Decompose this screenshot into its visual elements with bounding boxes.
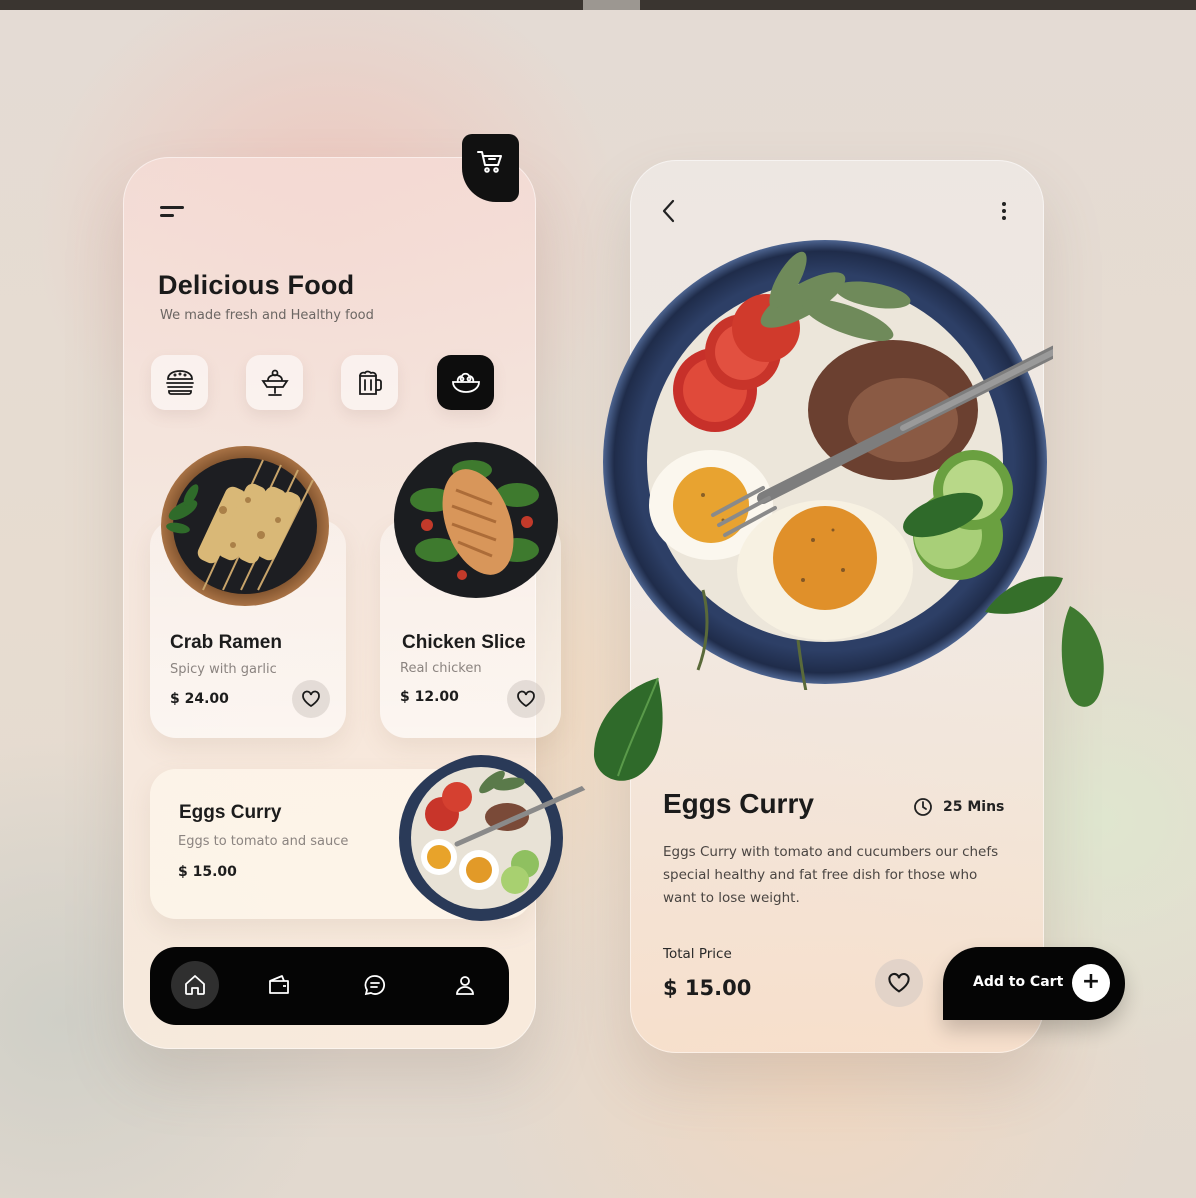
basil-leaf-image <box>985 576 1063 614</box>
add-to-cart-button[interactable]: Add to Cart + <box>943 947 1125 1020</box>
nav-profile[interactable] <box>441 961 489 1009</box>
heart-icon <box>302 690 320 708</box>
plus-icon: + <box>1072 964 1110 1002</box>
page-title: Delicious Food <box>158 270 355 300</box>
nav-chat[interactable] <box>351 961 399 1009</box>
food-name: Chicken Slice <box>402 632 526 653</box>
dish-description: Eggs Curry with tomato and cucumbers our… <box>663 844 999 906</box>
beer-mug-icon <box>359 370 382 395</box>
eggs-curry-bowl-image <box>603 240 1053 690</box>
chat-icon <box>364 975 386 996</box>
basil-leaf-image <box>1061 606 1104 707</box>
nav-home[interactable] <box>171 961 219 1009</box>
food-price: $ 24.00 <box>170 691 229 707</box>
prep-time: 25 Mins <box>913 797 1004 819</box>
back-arrow-icon[interactable] <box>660 198 678 224</box>
category-dessert[interactable] <box>246 355 303 410</box>
cart-icon <box>477 151 502 173</box>
food-desc: Real chicken <box>400 661 482 676</box>
skewer-plate-image <box>161 446 329 606</box>
basil-leaf-image <box>593 677 663 781</box>
food-name: Eggs Curry <box>179 802 282 823</box>
heart-icon <box>517 690 535 708</box>
wallet-icon <box>269 975 289 994</box>
menu-icon[interactable] <box>160 206 186 220</box>
bottom-nav <box>150 947 509 1025</box>
dish-title: Eggs Curry <box>663 788 814 819</box>
top-strip <box>0 0 1196 10</box>
favorite-button[interactable] <box>875 959 923 1007</box>
prep-time-label: 25 Mins <box>943 799 1005 815</box>
favorite-button[interactable] <box>507 680 545 718</box>
category-burger[interactable] <box>151 355 208 410</box>
total-price-label: Total Price <box>663 946 732 962</box>
favorite-button[interactable] <box>292 680 330 718</box>
salad-icon <box>452 372 480 393</box>
food-desc: Eggs to tomato and sauce <box>178 834 349 849</box>
more-options-icon[interactable] <box>1000 202 1008 222</box>
chicken-plate-image <box>394 442 558 598</box>
total-price-value: $ 15.00 <box>663 976 752 1000</box>
food-name: Crab Ramen <box>170 632 282 653</box>
eggs-bowl-image <box>399 755 600 921</box>
category-beer[interactable] <box>341 355 398 410</box>
food-desc: Spicy with garlic <box>170 662 277 677</box>
heart-icon <box>888 972 910 993</box>
food-price: $ 15.00 <box>178 864 237 880</box>
nav-wallet[interactable] <box>255 961 303 1009</box>
burger-icon <box>166 370 194 395</box>
user-icon <box>456 976 474 995</box>
food-price: $ 12.00 <box>400 689 459 705</box>
home-icon <box>185 975 205 995</box>
page-subtitle: We made fresh and Healthy food <box>160 308 374 323</box>
dessert-icon <box>261 369 289 396</box>
add-to-cart-label: Add to Cart <box>973 974 1064 990</box>
clock-icon <box>914 798 932 816</box>
category-salad[interactable] <box>437 355 494 410</box>
